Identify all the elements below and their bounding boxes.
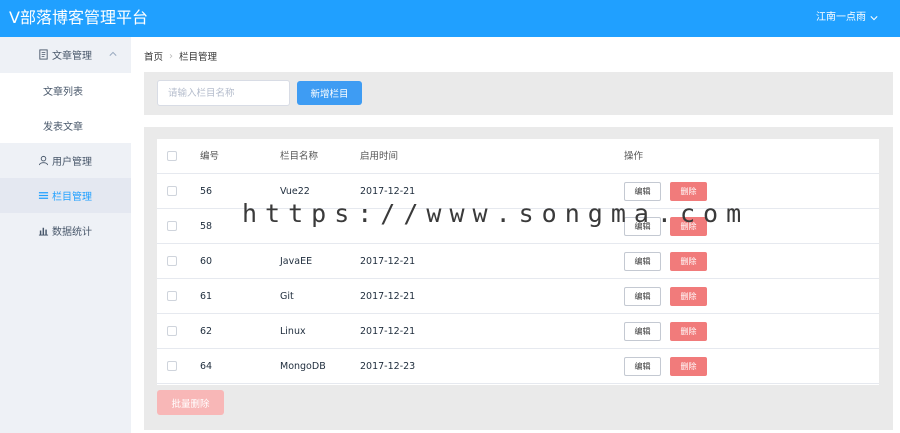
sidebar-item-users[interactable]: 用户管理: [0, 143, 131, 178]
row-checkbox[interactable]: [167, 256, 177, 266]
cell-id: 61: [200, 291, 213, 302]
chevron-right-icon: ›: [169, 50, 174, 62]
breadcrumb: 首页 › 栏目管理: [144, 49, 218, 64]
sidebar-item-categories[interactable]: 栏目管理: [0, 178, 131, 213]
category-name-input[interactable]: [157, 80, 290, 106]
cell-name: Vue22: [280, 186, 310, 197]
delete-button[interactable]: 删除: [670, 182, 707, 201]
column-header-name: 栏目名称: [280, 151, 319, 162]
user-name: 江南一点雨: [816, 12, 866, 23]
sidebar-item-article-list[interactable]: 文章列表: [0, 73, 131, 108]
bar-chart-icon: [38, 225, 49, 236]
cell-name: Git: [280, 291, 294, 302]
sidebar-item-label: 用户管理: [52, 157, 92, 168]
edit-button[interactable]: 编辑: [624, 217, 661, 236]
table-row: 60 JavaEE 2017-12-21 编辑 删除: [157, 244, 879, 279]
delete-button[interactable]: 删除: [670, 357, 707, 376]
sidebar-item-label: 数据统计: [52, 227, 92, 238]
user-dropdown[interactable]: 江南一点雨: [816, 12, 878, 24]
toolbar: 新增栏目: [144, 72, 893, 115]
row-checkbox[interactable]: [167, 186, 177, 196]
cell-name: MongoDB: [280, 361, 326, 372]
top-bar: V部落博客管理平台 江南一点雨: [0, 0, 900, 37]
edit-button[interactable]: 编辑: [624, 322, 661, 341]
delete-button[interactable]: 删除: [670, 287, 707, 306]
cell-date: 2017-12-23: [360, 361, 416, 372]
chevron-down-icon: [870, 16, 878, 21]
edit-button[interactable]: 编辑: [624, 357, 661, 376]
table-row: 61 Git 2017-12-21 编辑 删除: [157, 279, 879, 314]
column-header-actions: 操作: [624, 151, 644, 162]
cell-date: 2017-12-21: [360, 326, 416, 337]
cell-name: Linux: [280, 326, 306, 337]
edit-button[interactable]: 编辑: [624, 287, 661, 306]
table-header-row: 编号 栏目名称 启用时间 操作: [157, 139, 879, 174]
column-header-id: 编号: [200, 151, 220, 162]
table-row: 56 Vue22 2017-12-21 编辑 删除: [157, 174, 879, 209]
row-checkbox[interactable]: [167, 361, 177, 371]
sidebar-item-label: 发表文章: [43, 122, 83, 133]
sidebar: 文章管理 文章列表 发表文章 用户管理 栏目管理 数据统计: [0, 37, 131, 433]
sidebar-item-articles[interactable]: 文章管理: [0, 37, 131, 72]
user-icon: [38, 155, 49, 166]
delete-button[interactable]: 删除: [670, 217, 707, 236]
sidebar-item-label: 文章管理: [52, 51, 92, 62]
select-all-checkbox[interactable]: [167, 151, 177, 161]
cell-date: 2017-12-21: [360, 256, 416, 267]
cell-id: 64: [200, 361, 213, 372]
sidebar-item-statistics[interactable]: 数据统计: [0, 213, 131, 248]
cell-date: 2017-12-21: [360, 291, 416, 302]
table-row: 58 编辑 删除: [157, 209, 879, 244]
delete-button[interactable]: 删除: [670, 322, 707, 341]
breadcrumb-current: 栏目管理: [179, 52, 218, 63]
row-checkbox[interactable]: [167, 326, 177, 336]
table-row: 62 Linux 2017-12-21 编辑 删除: [157, 314, 879, 349]
table-row: 64 MongoDB 2017-12-23 编辑 删除: [157, 349, 879, 384]
menu-icon: [38, 190, 49, 201]
sidebar-item-label: 文章列表: [43, 87, 83, 98]
cell-date: 2017-12-21: [360, 186, 416, 197]
row-checkbox[interactable]: [167, 291, 177, 301]
category-table: 编号 栏目名称 启用时间 操作 56 Vue22 2017-12-21 编辑 删除 58 编…: [157, 139, 879, 385]
document-icon: [38, 49, 49, 60]
edit-button[interactable]: 编辑: [624, 182, 661, 201]
cell-name: JavaEE: [280, 256, 313, 267]
batch-delete-button[interactable]: 批量删除: [157, 390, 224, 415]
row-checkbox[interactable]: [167, 221, 177, 231]
sidebar-item-label: 栏目管理: [52, 192, 92, 203]
sidebar-item-publish-article[interactable]: 发表文章: [0, 108, 131, 143]
cell-id: 62: [200, 326, 213, 337]
chevron-up-icon: [109, 51, 117, 56]
cell-id: 58: [200, 221, 213, 232]
edit-button[interactable]: 编辑: [624, 252, 661, 271]
breadcrumb-home[interactable]: 首页: [144, 49, 163, 63]
add-category-button[interactable]: 新增栏目: [297, 81, 362, 105]
column-header-date: 启用时间: [360, 151, 399, 162]
cell-id: 56: [200, 186, 213, 197]
table-panel: 编号 栏目名称 启用时间 操作 56 Vue22 2017-12-21 编辑 删除 58 编…: [144, 127, 893, 430]
cell-id: 60: [200, 256, 213, 267]
app-title: V部落博客管理平台: [9, 8, 148, 27]
delete-button[interactable]: 删除: [670, 252, 707, 271]
